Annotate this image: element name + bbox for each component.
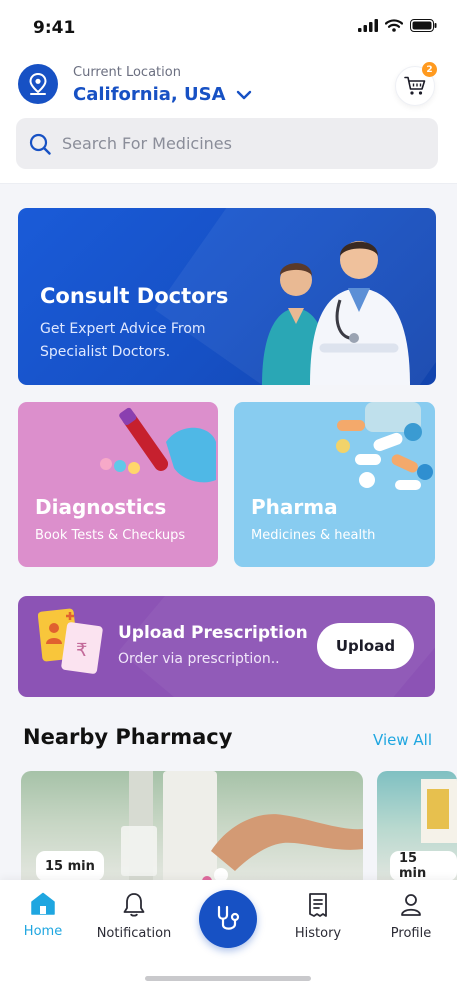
search-icon xyxy=(29,133,51,155)
consult-fab-button[interactable] xyxy=(199,890,257,948)
battery-icon xyxy=(410,19,437,32)
search-input[interactable]: Search For Medicines xyxy=(16,118,438,169)
cart-icon xyxy=(404,76,426,95)
nav-profile-label: Profile xyxy=(390,926,432,941)
diagnostics-tile[interactable]: Diagnostics Book Tests & Checkups xyxy=(18,402,218,567)
history-icon xyxy=(309,893,327,917)
status-time: 9:41 xyxy=(33,18,76,38)
header: Current Location California, USA 2 Searc… xyxy=(0,56,457,184)
upload-button[interactable]: Upload xyxy=(317,623,414,669)
upload-title: Upload Prescription xyxy=(118,623,308,643)
pills-illustration xyxy=(336,402,433,490)
upload-subtitle: Order via prescription.. xyxy=(118,651,280,667)
signal-icon xyxy=(358,19,378,32)
consult-doctors-banner[interactable]: Consult Doctors Get Expert Advice From S… xyxy=(18,208,436,385)
search-placeholder: Search For Medicines xyxy=(62,134,232,153)
status-bar: 9:41 xyxy=(0,0,457,56)
consult-title: Consult Doctors xyxy=(40,284,229,308)
bottom-navigation: Home Notification History Profile xyxy=(0,880,457,987)
pharmacy-card[interactable]: 15 min xyxy=(377,771,457,886)
status-icons xyxy=(358,19,437,32)
nav-home[interactable]: Home xyxy=(0,892,88,939)
location-caption: Current Location xyxy=(73,65,181,80)
home-indicator xyxy=(145,976,311,981)
cart-button[interactable]: 2 xyxy=(395,62,437,106)
nav-history[interactable]: History xyxy=(273,892,363,941)
location-city: California, USA xyxy=(73,84,226,105)
test-tube-illustration xyxy=(100,407,216,483)
nearby-pharmacy-title: Nearby Pharmacy xyxy=(23,725,233,749)
diagnostics-subtitle: Book Tests & Checkups xyxy=(35,528,186,543)
location-pin-icon[interactable] xyxy=(18,64,58,104)
chevron-down-icon xyxy=(236,90,251,99)
home-icon xyxy=(31,892,55,915)
eta-badge: 15 min xyxy=(390,851,457,881)
pharma-title: Pharma xyxy=(251,495,338,519)
eta-badge: 15 min xyxy=(36,851,104,881)
svg-text:₹: ₹ xyxy=(76,640,87,661)
location-selector[interactable]: California, USA xyxy=(73,84,252,105)
nav-home-label: Home xyxy=(23,924,63,939)
pharma-subtitle: Medicines & health xyxy=(251,528,376,543)
nav-profile[interactable]: Profile xyxy=(366,892,456,941)
stethoscope-icon xyxy=(217,905,240,930)
prescription-icon: ₹ xyxy=(38,608,103,674)
upload-prescription-card[interactable]: ₹ Upload Prescription Order via prescrip… xyxy=(18,596,435,697)
doctors-illustration xyxy=(262,241,410,385)
pharma-tile[interactable]: Pharma Medicines & health xyxy=(234,402,435,567)
wifi-icon xyxy=(385,19,403,32)
cart-badge: 2 xyxy=(422,62,437,77)
view-all-link[interactable]: View All xyxy=(373,731,432,749)
diagnostics-title: Diagnostics xyxy=(35,495,167,519)
profile-icon xyxy=(401,894,421,916)
nav-history-label: History xyxy=(294,926,342,941)
consult-subtitle: Get Expert Advice From Specialist Doctor… xyxy=(40,321,206,360)
bell-icon xyxy=(123,893,145,917)
nav-notification-label: Notification xyxy=(96,926,172,941)
pharmacy-card[interactable]: 15 min xyxy=(21,771,363,886)
nav-notification[interactable]: Notification xyxy=(89,892,179,941)
